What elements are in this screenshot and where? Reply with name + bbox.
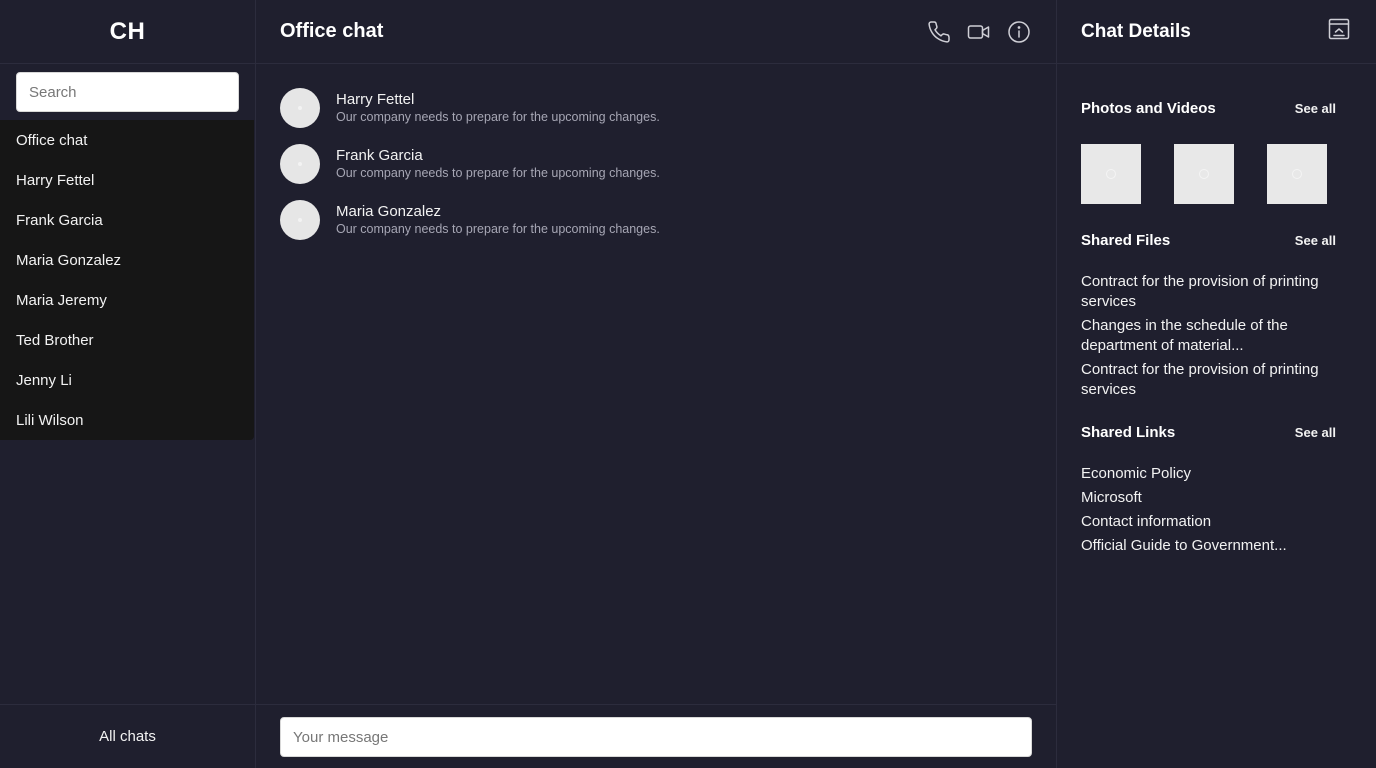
chat-app: CH Office chat Harry Fettel Frank Garcia… [0, 0, 1376, 768]
chat-item-jenny-li[interactable]: Jenny Li [0, 360, 254, 400]
chat-header-actions [926, 19, 1032, 45]
files-section-header: Shared Files See all [1081, 224, 1336, 256]
shared-file-item[interactable]: Contract for the provision of printing s… [1081, 272, 1336, 312]
chat-item-frank-garcia[interactable]: Frank Garcia [0, 200, 254, 240]
photos-title: Photos and Videos [1081, 99, 1216, 117]
avatar[interactable] [280, 200, 320, 240]
files-title: Shared Files [1081, 231, 1171, 249]
avatar[interactable] [280, 88, 320, 128]
chat-item-maria-gonzalez[interactable]: Maria Gonzalez [0, 240, 254, 280]
phone-icon[interactable] [926, 19, 952, 45]
links-see-all-link[interactable]: See all [1295, 425, 1336, 440]
chat-title: Office chat [280, 20, 384, 42]
avatar[interactable] [280, 144, 320, 184]
chat-item-maria-jeremy[interactable]: Maria Jeremy [0, 280, 254, 320]
chat-header: Office chat [256, 0, 1056, 64]
search-input[interactable] [16, 72, 239, 112]
message-item: Maria Gonzalez Our company needs to prep… [280, 200, 1032, 240]
photo-thumbnail[interactable] [1081, 144, 1141, 204]
links-section-header: Shared Links See all [1081, 416, 1336, 448]
chat-item-harry-fettel[interactable]: Harry Fettel [0, 160, 254, 200]
shared-links-list: Economic Policy Microsoft Contact inform… [1081, 464, 1336, 556]
shared-link-item[interactable]: Contact information [1081, 512, 1336, 532]
message-text: Our company needs to prepare for the upc… [336, 110, 660, 124]
message-text: Our company needs to prepare for the upc… [336, 166, 660, 180]
details-body: Photos and Videos See all Shared Files S… [1057, 64, 1376, 556]
message-input[interactable] [280, 717, 1032, 757]
shared-files-list: Contract for the provision of printing s… [1081, 272, 1336, 400]
message-item: Harry Fettel Our company needs to prepar… [280, 88, 1032, 128]
photo-gallery [1081, 144, 1336, 204]
details-header: Chat Details [1057, 0, 1376, 64]
message-text: Our company needs to prepare for the upc… [336, 222, 660, 236]
shared-link-item[interactable]: Economic Policy [1081, 464, 1336, 484]
collapse-panel-icon[interactable] [1328, 18, 1350, 45]
chat-item-lili-wilson[interactable]: Lili Wilson [0, 400, 254, 440]
info-icon[interactable] [1006, 19, 1032, 45]
chat-details-panel: Chat Details Photos and Videos See all S… [1057, 0, 1376, 768]
shared-link-item[interactable]: Microsoft [1081, 488, 1336, 508]
files-see-all-link[interactable]: See all [1295, 233, 1336, 248]
message-author: Harry Fettel [336, 91, 415, 108]
chat-list: Office chat Harry Fettel Frank Garcia Ma… [0, 120, 254, 440]
photo-thumbnail[interactable] [1174, 144, 1234, 204]
details-title: Chat Details [1081, 20, 1191, 42]
search-container [0, 64, 255, 120]
chat-main: Office chat Harry Fettel Our company nee… [256, 0, 1057, 768]
message-author: Maria Gonzalez [336, 203, 442, 220]
shared-file-item[interactable]: Contract for the provision of printing s… [1081, 360, 1336, 400]
message-composer [256, 704, 1056, 768]
video-icon[interactable] [966, 19, 992, 45]
shared-file-item[interactable]: Changes in the schedule of the departmen… [1081, 316, 1336, 356]
photo-thumbnail[interactable] [1267, 144, 1327, 204]
all-chats-button[interactable]: All chats [0, 704, 255, 768]
photos-see-all-link[interactable]: See all [1295, 101, 1336, 116]
links-title: Shared Links [1081, 423, 1176, 441]
message-item: Frank Garcia Our company needs to prepar… [280, 144, 1032, 184]
sidebar-header: CH [0, 0, 255, 64]
app-logo[interactable]: CH [110, 18, 146, 46]
chat-item-office-chat[interactable]: Office chat [0, 120, 254, 160]
sidebar: CH Office chat Harry Fettel Frank Garcia… [0, 0, 256, 768]
shared-link-item[interactable]: Official Guide to Government... [1081, 536, 1336, 556]
message-list: Harry Fettel Our company needs to prepar… [256, 64, 1056, 240]
message-author: Frank Garcia [336, 147, 423, 164]
chat-item-ted-brother[interactable]: Ted Brother [0, 320, 254, 360]
photos-section-header: Photos and Videos See all [1081, 92, 1336, 124]
